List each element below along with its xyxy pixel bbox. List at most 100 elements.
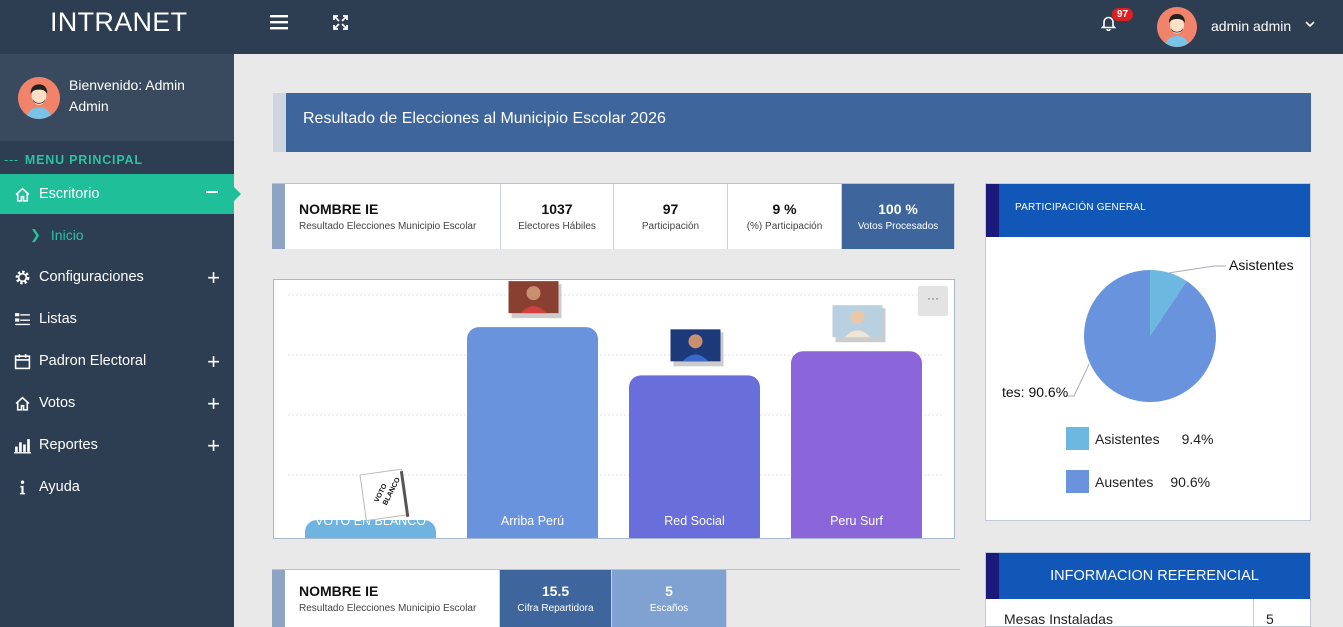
sidebar-item-configuraciones[interactable]: Configuraciones + xyxy=(0,256,234,298)
chevron-right-icon: ❯ xyxy=(30,227,41,242)
pct-participacion-cell: 9 % (%) Participación xyxy=(728,184,842,249)
stats-side-accent xyxy=(272,184,285,249)
sidebar-item-label: Votos xyxy=(39,395,76,411)
sidebar: Bienvenido: Admin Admin --- MENU PRINCIPA… xyxy=(0,54,241,627)
pct-value: 9 % xyxy=(772,201,797,217)
fullscreen-icon[interactable] xyxy=(333,13,348,36)
candidate-photo-face xyxy=(688,334,703,349)
pie-leader-line xyxy=(1169,265,1226,274)
info-value: 5 xyxy=(1266,611,1274,627)
sidebar-item-label: Inicio xyxy=(50,227,84,243)
sidebar-item-label: Escritorio xyxy=(39,186,100,202)
bar-label: Peru Surf xyxy=(830,514,883,528)
seats-strip: NOMBRE IE Resultado Elecciones Municipio… xyxy=(272,569,960,627)
participation-title: PARTICIPACIÓN GENERAL xyxy=(986,184,1310,237)
legend-ausentes[interactable]: Ausentes 90.6% xyxy=(1066,470,1210,493)
votes-bar-chart: VOTO EN BLANCO VOTO BLANCO Arriba Perú Red S… xyxy=(273,279,955,539)
cifra-value: 15.5 xyxy=(541,583,570,599)
legend-asistentes[interactable]: Asistentes 9.4% xyxy=(1066,427,1214,450)
welcome-text: Bienvenido: Admin Admin xyxy=(69,77,185,114)
sidebar-item-label: Listas xyxy=(39,311,77,327)
ie-subtitle: Resultado Elecciones Municipio Escolar xyxy=(299,221,477,232)
top-bar: INTRANET 97 admin admin xyxy=(0,0,1343,54)
list-icon xyxy=(15,312,30,325)
legend-value: 9.4% xyxy=(1181,430,1214,447)
bar-label: Red Social xyxy=(664,514,724,528)
legend-swatch xyxy=(1066,427,1089,450)
ie-name: NOMBRE IE xyxy=(299,583,379,599)
pie-leader-line xyxy=(1066,363,1090,397)
home-icon xyxy=(15,396,30,411)
bar-chart-icon xyxy=(14,438,31,453)
procesados-label: Votos Procesados xyxy=(857,221,939,232)
page-title: Resultado de Elecciones al Municipio Esc… xyxy=(303,110,666,127)
stats-strip: NOMBRE IE Resultado Elecciones Municipio… xyxy=(272,183,955,249)
sidebar-item-inicio[interactable]: ❯ Inicio xyxy=(0,214,234,256)
info-icon xyxy=(19,479,26,494)
escanos-label: Escaños xyxy=(649,603,689,614)
procesados-value: 100 % xyxy=(878,201,918,217)
notification-badge: 97 xyxy=(1112,8,1134,21)
electores-cell: 1037 Electores Hábiles xyxy=(501,184,614,249)
bar-label: Arriba Perú xyxy=(501,514,564,528)
electores-label: Electores Hábiles xyxy=(518,221,596,232)
ie-name-cell-2: NOMBRE IE Resultado Elecciones Municipio… xyxy=(285,570,500,627)
info-key: Mesas Instaladas xyxy=(986,599,1254,627)
info-title: INFORMACION REFERENCIAL xyxy=(986,553,1310,599)
collapse-icon[interactable] xyxy=(206,191,218,193)
sidebar-profile: Bienvenido: Admin Admin xyxy=(0,54,234,141)
expand-icon[interactable]: + xyxy=(207,433,220,459)
participacion-label: Participación xyxy=(641,221,700,232)
gear-icon xyxy=(15,270,30,284)
seats-side-accent xyxy=(272,570,285,627)
pie-label: tes: 90.6% xyxy=(1002,384,1068,400)
candidate-photo-face xyxy=(850,310,865,325)
menu-icon[interactable] xyxy=(270,13,288,36)
sidebar-item-label: Reportes xyxy=(39,437,98,453)
chart-menu-button[interactable]: ··· xyxy=(918,286,948,316)
home-icon xyxy=(15,187,30,202)
escanos-value: 5 xyxy=(665,583,673,599)
expand-icon[interactable]: + xyxy=(207,349,220,375)
info-panel: INFORMACION REFERENCIAL Mesas Instaladas… xyxy=(985,552,1311,627)
bar[interactable] xyxy=(467,327,598,539)
brand-logo[interactable]: INTRANET xyxy=(0,0,234,54)
expand-icon[interactable]: + xyxy=(207,265,220,291)
chevron-down-icon[interactable] xyxy=(1304,17,1316,35)
expand-icon[interactable]: + xyxy=(207,391,220,417)
legend-label: Asistentes xyxy=(1095,430,1160,447)
blank-vote-tag: VOTOBLANCO xyxy=(359,468,410,522)
participacion-value: 97 xyxy=(662,201,679,217)
user-name[interactable]: admin admin xyxy=(1211,18,1291,34)
sidebar-item-label: Configuraciones xyxy=(39,269,144,285)
calendar-icon xyxy=(14,353,31,369)
electores-value: 1037 xyxy=(541,201,573,217)
cifra-label: Cifra Repartidora xyxy=(517,603,594,614)
escanos-cell: 5 Escaños xyxy=(612,570,727,627)
legend-label: Ausentes xyxy=(1095,473,1154,490)
menu-title: --- MENU PRINCIPAL xyxy=(4,153,143,167)
pie-chart-svg: Asistentes tes: 90.6% xyxy=(1002,257,1294,402)
sidebar-item-ayuda[interactable]: Ayuda xyxy=(0,466,234,508)
bar-chart-svg: VOTO EN BLANCOVOTOBLANCOArriba Perú Red S… xyxy=(288,281,942,539)
user-avatar[interactable] xyxy=(1157,7,1197,47)
avatar xyxy=(18,77,60,119)
ie-name-cell: NOMBRE IE Resultado Elecciones Municipio… xyxy=(285,184,501,249)
pie-label: Asistentes xyxy=(1229,257,1294,273)
votos-procesados-cell: 100 % Votos Procesados xyxy=(842,184,955,249)
sidebar-item-escritorio[interactable]: Escritorio xyxy=(0,174,241,214)
sidebar-item-votos[interactable]: Votos + xyxy=(0,382,234,424)
sidebar-item-reportes[interactable]: Reportes + xyxy=(0,424,234,466)
cifra-repartidora-cell: 15.5 Cifra Repartidora xyxy=(500,570,612,627)
sidebar-item-padron-electoral[interactable]: Padron Electoral + xyxy=(0,340,234,382)
candidate-photo-face xyxy=(526,286,541,301)
pct-label: (%) Participación xyxy=(746,221,823,232)
participacion-cell: 97 Participación xyxy=(614,184,728,249)
bar[interactable] xyxy=(791,351,922,539)
page-title-banner: Resultado de Elecciones al Municipio Esc… xyxy=(273,93,1311,152)
participation-panel: PARTICIPACIÓN GENERAL Asistentes tes: 90.… xyxy=(985,183,1311,521)
pie-slice[interactable] xyxy=(1084,270,1216,402)
sidebar-item-listas[interactable]: Listas xyxy=(0,298,234,340)
ie-name: NOMBRE IE xyxy=(299,201,379,217)
sidebar-item-label: Ayuda xyxy=(39,479,80,495)
